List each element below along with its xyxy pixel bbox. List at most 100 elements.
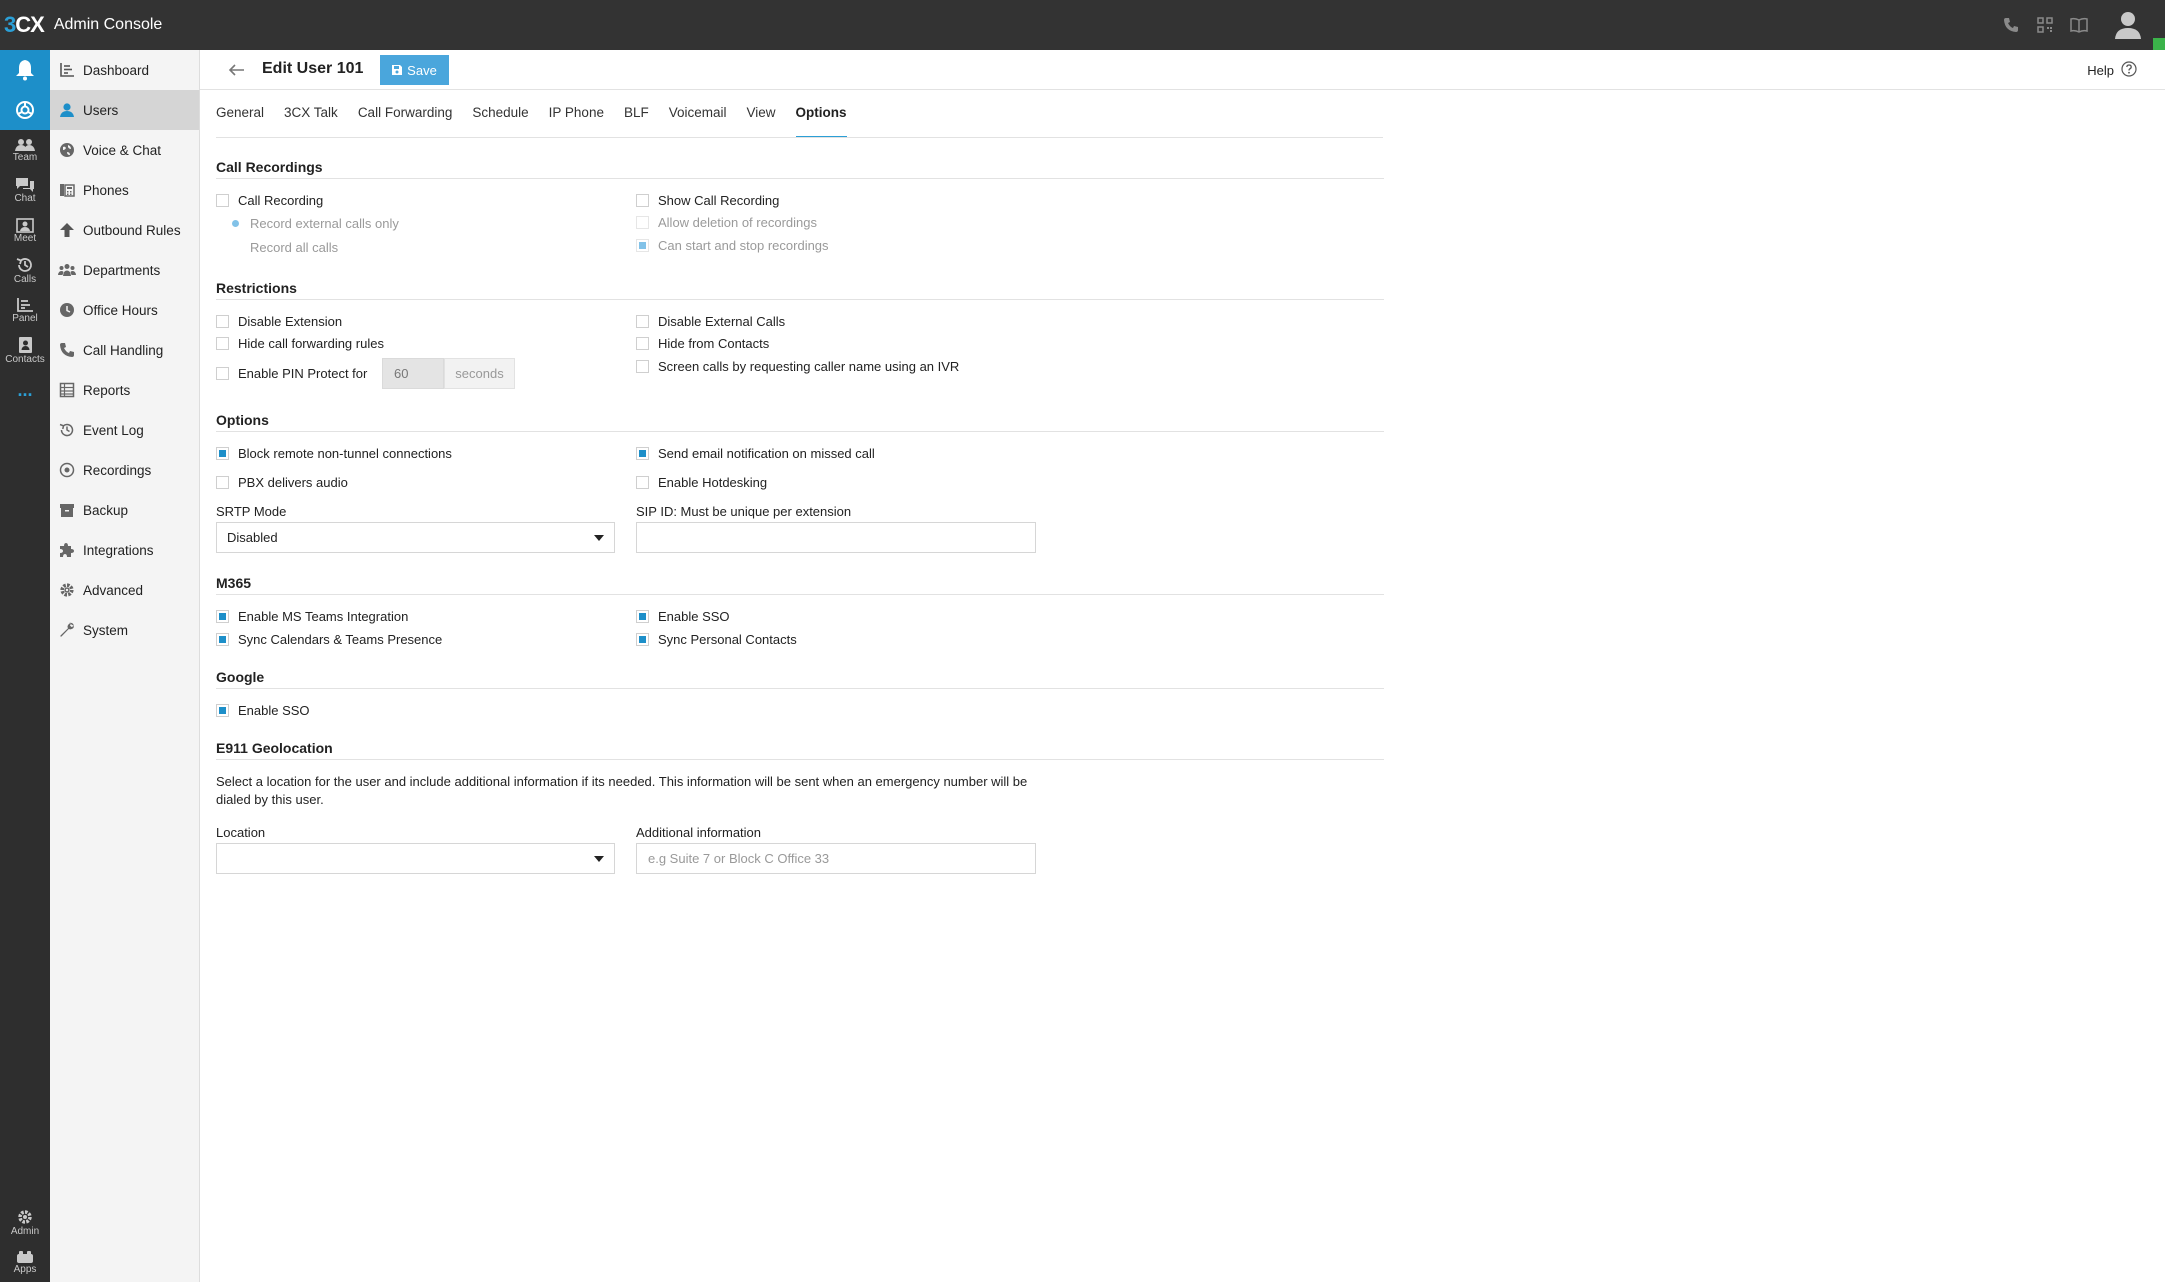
disable-external-checkbox[interactable] [636, 315, 649, 328]
nav-item-voice-chat[interactable]: Voice & Chat [50, 130, 199, 170]
qr-code-icon[interactable] [2035, 15, 2055, 35]
ms-teams-checkbox[interactable] [216, 610, 229, 623]
additional-info-input[interactable]: e.g Suite 7 or Block C Office 33 [636, 843, 1036, 874]
hide-forwarding-row[interactable]: Hide call forwarding rules [216, 336, 384, 351]
can-start-stop-checkbox[interactable] [636, 239, 649, 252]
section-title-e911: E911 Geolocation [216, 740, 333, 756]
nav-item-call-handling[interactable]: Call Handling [50, 330, 199, 370]
nav-item-departments[interactable]: Departments [50, 250, 199, 290]
nav-item-office-hours[interactable]: Office Hours [50, 290, 199, 330]
record-all-radio-row[interactable]: Record all calls [232, 240, 338, 255]
pbx-audio-row[interactable]: PBX delivers audio [216, 475, 348, 490]
call-recording-checkbox-row[interactable]: Call Recording [216, 193, 323, 208]
question-circle-icon [2121, 61, 2137, 80]
nav-item-outbound-rules[interactable]: Outbound Rules [50, 210, 199, 250]
save-button[interactable]: Save [380, 55, 449, 85]
hide-contacts-row[interactable]: Hide from Contacts [636, 336, 769, 351]
m365-sso-row[interactable]: Enable SSO [636, 609, 730, 624]
nav-item-backup[interactable]: Backup [50, 490, 199, 530]
rail-meet[interactable]: Meet [0, 210, 50, 250]
sync-calendars-checkbox[interactable] [216, 633, 229, 646]
help-link[interactable]: Help [2087, 61, 2137, 80]
help-label: Help [2087, 63, 2114, 78]
rail-chat[interactable]: Chat [0, 170, 50, 210]
nav-item-phones[interactable]: Phones [50, 170, 199, 210]
pin-protect-row[interactable]: Enable PIN Protect for [216, 366, 367, 381]
sip-id-input[interactable] [636, 522, 1036, 553]
hotdesking-checkbox[interactable] [636, 476, 649, 489]
rail-panel[interactable]: Panel [0, 290, 50, 330]
rail-notifications[interactable] [0, 50, 50, 90]
rail-admin[interactable]: Admin [0, 1202, 50, 1242]
allow-deletion-row[interactable]: Allow deletion of recordings [636, 215, 817, 230]
google-sso-checkbox[interactable] [216, 704, 229, 717]
book-icon[interactable] [2069, 15, 2089, 35]
back-arrow-icon[interactable] [226, 59, 248, 81]
nav-item-system[interactable]: System [50, 610, 199, 650]
nav-item-integrations[interactable]: Integrations [50, 530, 199, 570]
record-external-radio[interactable] [232, 220, 239, 227]
google-sso-row[interactable]: Enable SSO [216, 703, 310, 718]
rail-contacts[interactable]: Contacts [0, 330, 50, 370]
sync-contacts-row[interactable]: Sync Personal Contacts [636, 632, 797, 647]
email-missed-row[interactable]: Send email notification on missed call [636, 446, 875, 461]
sync-calendars-row[interactable]: Sync Calendars & Teams Presence [216, 632, 442, 647]
block-remote-checkbox[interactable] [216, 447, 229, 460]
record-external-radio-row[interactable]: Record external calls only [232, 216, 399, 231]
nav-item-dashboard[interactable]: Dashboard [50, 50, 199, 90]
tab-general[interactable]: General [216, 99, 264, 141]
phone-icon[interactable] [2001, 15, 2021, 35]
sync-contacts-checkbox[interactable] [636, 633, 649, 646]
section-divider [216, 178, 1384, 179]
tab-ip-phone[interactable]: IP Phone [549, 99, 604, 141]
m365-sso-checkbox[interactable] [636, 610, 649, 623]
record-all-radio[interactable] [232, 244, 239, 251]
3cx-logo[interactable]: 3 CX [4, 12, 45, 38]
rail-apps[interactable]: Apps [0, 1242, 50, 1282]
block-remote-row[interactable]: Block remote non-tunnel connections [216, 446, 452, 461]
location-select[interactable] [216, 843, 615, 874]
nav-item-event-log[interactable]: Event Log [50, 410, 199, 450]
more-icon: ... [17, 380, 33, 400]
tab-3cx-talk[interactable]: 3CX Talk [284, 99, 338, 141]
disable-extension-row[interactable]: Disable Extension [216, 314, 342, 329]
tab-options[interactable]: Options [795, 99, 847, 141]
tab-bar-divider [216, 137, 1383, 138]
can-start-stop-row[interactable]: Can start and stop recordings [636, 238, 829, 253]
block-remote-label: Block remote non-tunnel connections [238, 446, 452, 461]
contacts-icon [17, 336, 33, 354]
user-avatar-icon[interactable] [2111, 8, 2145, 42]
pin-protect-seconds-input[interactable]: 60 [382, 358, 444, 389]
tab-blf[interactable]: BLF [624, 99, 649, 141]
hide-contacts-checkbox[interactable] [636, 337, 649, 350]
hide-forwarding-checkbox[interactable] [216, 337, 229, 350]
pbx-audio-checkbox[interactable] [216, 476, 229, 489]
rail-team[interactable]: Team [0, 130, 50, 170]
allow-deletion-checkbox[interactable] [636, 216, 649, 229]
disable-external-row[interactable]: Disable External Calls [636, 314, 785, 329]
pin-protect-checkbox[interactable] [216, 367, 229, 380]
tab-call-forwarding[interactable]: Call Forwarding [358, 99, 453, 141]
ms-teams-row[interactable]: Enable MS Teams Integration [216, 609, 408, 624]
hotdesking-row[interactable]: Enable Hotdesking [636, 475, 767, 490]
srtp-mode-select[interactable]: Disabled [216, 522, 615, 553]
nav-item-advanced[interactable]: Advanced [50, 570, 199, 610]
show-call-recording-checkbox[interactable] [636, 194, 649, 207]
m365-sso-label: Enable SSO [658, 609, 730, 624]
show-call-recording-row[interactable]: Show Call Recording [636, 193, 779, 208]
call-recording-checkbox[interactable] [216, 194, 229, 207]
tab-view[interactable]: View [747, 99, 776, 141]
tab-schedule[interactable]: Schedule [472, 99, 528, 141]
nav-item-users[interactable]: Users [50, 90, 199, 130]
nav-item-reports[interactable]: Reports [50, 370, 199, 410]
email-missed-checkbox[interactable] [636, 447, 649, 460]
screen-calls-checkbox[interactable] [636, 360, 649, 373]
screen-calls-row[interactable]: Screen calls by requesting caller name u… [636, 359, 959, 374]
rail-calls[interactable]: Calls [0, 250, 50, 290]
tab-voicemail[interactable]: Voicemail [669, 99, 727, 141]
rail-globe[interactable] [0, 90, 50, 130]
hotdesking-label: Enable Hotdesking [658, 475, 768, 490]
rail-more[interactable]: ... [0, 370, 50, 410]
nav-item-recordings[interactable]: Recordings [50, 450, 199, 490]
disable-extension-checkbox[interactable] [216, 315, 229, 328]
